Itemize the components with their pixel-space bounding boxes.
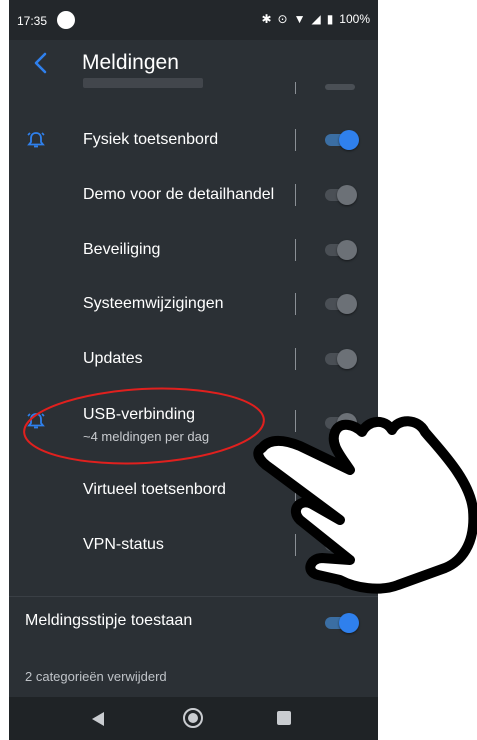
- nav-home-icon[interactable]: [182, 707, 204, 729]
- status-icons: ✱ ⊙ ▼ ◢ ▮ 100%: [261, 12, 370, 26]
- divider: [295, 410, 296, 432]
- toggle-switch[interactable]: [323, 412, 359, 433]
- navigation-bar: [9, 697, 378, 740]
- list-item-label: VPN-status: [83, 536, 164, 553]
- toggle-switch[interactable]: [323, 184, 359, 205]
- bluetooth-icon: ✱: [261, 12, 272, 26]
- toggle-switch[interactable]: [323, 293, 359, 314]
- nav-back-icon[interactable]: [91, 711, 105, 727]
- list-item-subtitle: ~4 meldingen per dag: [83, 429, 210, 444]
- page-title: Meldingen: [82, 51, 179, 74]
- list-item[interactable]: Demo voor de detailhandel: [9, 168, 378, 222]
- list-item[interactable]: Virtueel toetsenbord: [9, 468, 378, 522]
- scrolled-row-fragment: [9, 78, 378, 98]
- section-divider: [9, 596, 378, 597]
- toggle-switch[interactable]: [323, 479, 359, 500]
- divider: [295, 293, 296, 315]
- toggle-switch[interactable]: [323, 239, 359, 260]
- wifi-icon: ▼: [293, 12, 306, 26]
- list-item-label: Virtueel toetsenbord: [83, 481, 226, 498]
- back-arrow-icon[interactable]: [27, 49, 55, 77]
- allow-notification-dot-label: Meldingsstipje toestaan: [25, 612, 193, 629]
- divider: [295, 348, 296, 370]
- list-item-label: Systeemwijzigingen: [83, 295, 224, 312]
- allow-notification-dot-toggle[interactable]: [323, 612, 359, 633]
- list-item-label: USB-verbinding: [83, 406, 196, 423]
- list-item[interactable]: USB-verbinding ~4 meldingen per dag: [9, 392, 378, 452]
- notification-dot-icon: [57, 11, 75, 29]
- location-icon: ⊙: [277, 12, 288, 26]
- phone-screen: 17:35 ✱ ⊙ ▼ ◢ ▮ 100% Meldingen Fysiek to…: [9, 0, 378, 740]
- bell-icon: [27, 132, 45, 148]
- list-item[interactable]: Fysiek toetsenbord: [9, 113, 378, 167]
- list-item[interactable]: Updates: [9, 332, 378, 386]
- divider: [295, 129, 296, 151]
- list-item-label: Updates: [83, 350, 143, 367]
- toggle-switch[interactable]: [323, 534, 359, 555]
- toggle-switch[interactable]: [323, 129, 359, 150]
- bell-icon: [27, 413, 45, 429]
- divider: [295, 184, 296, 206]
- battery-percent: 100%: [339, 12, 370, 26]
- list-item-label: Demo voor de detailhandel: [83, 186, 275, 203]
- deleted-categories-text: 2 categorieën verwijderd: [25, 669, 167, 684]
- toggle-switch[interactable]: [323, 348, 359, 369]
- list-item[interactable]: Systeemwijzigingen: [9, 278, 378, 332]
- list-item[interactable]: Beveiliging: [9, 223, 378, 277]
- divider: [295, 239, 296, 261]
- list-item-label: Beveiliging: [83, 241, 161, 258]
- divider: [295, 479, 296, 501]
- list-item[interactable]: VPN-status: [9, 523, 378, 577]
- battery-icon: ▮: [326, 12, 334, 26]
- status-bar: 17:35 ✱ ⊙ ▼ ◢ ▮ 100%: [9, 0, 378, 40]
- signal-icon: ◢: [311, 12, 321, 26]
- status-time: 17:35: [17, 14, 48, 28]
- divider: [295, 534, 296, 556]
- list-item-label: Fysiek toetsenbord: [83, 131, 219, 148]
- nav-recents-icon[interactable]: [277, 711, 291, 725]
- allow-notification-dot-row[interactable]: Meldingsstipje toestaan: [9, 596, 378, 652]
